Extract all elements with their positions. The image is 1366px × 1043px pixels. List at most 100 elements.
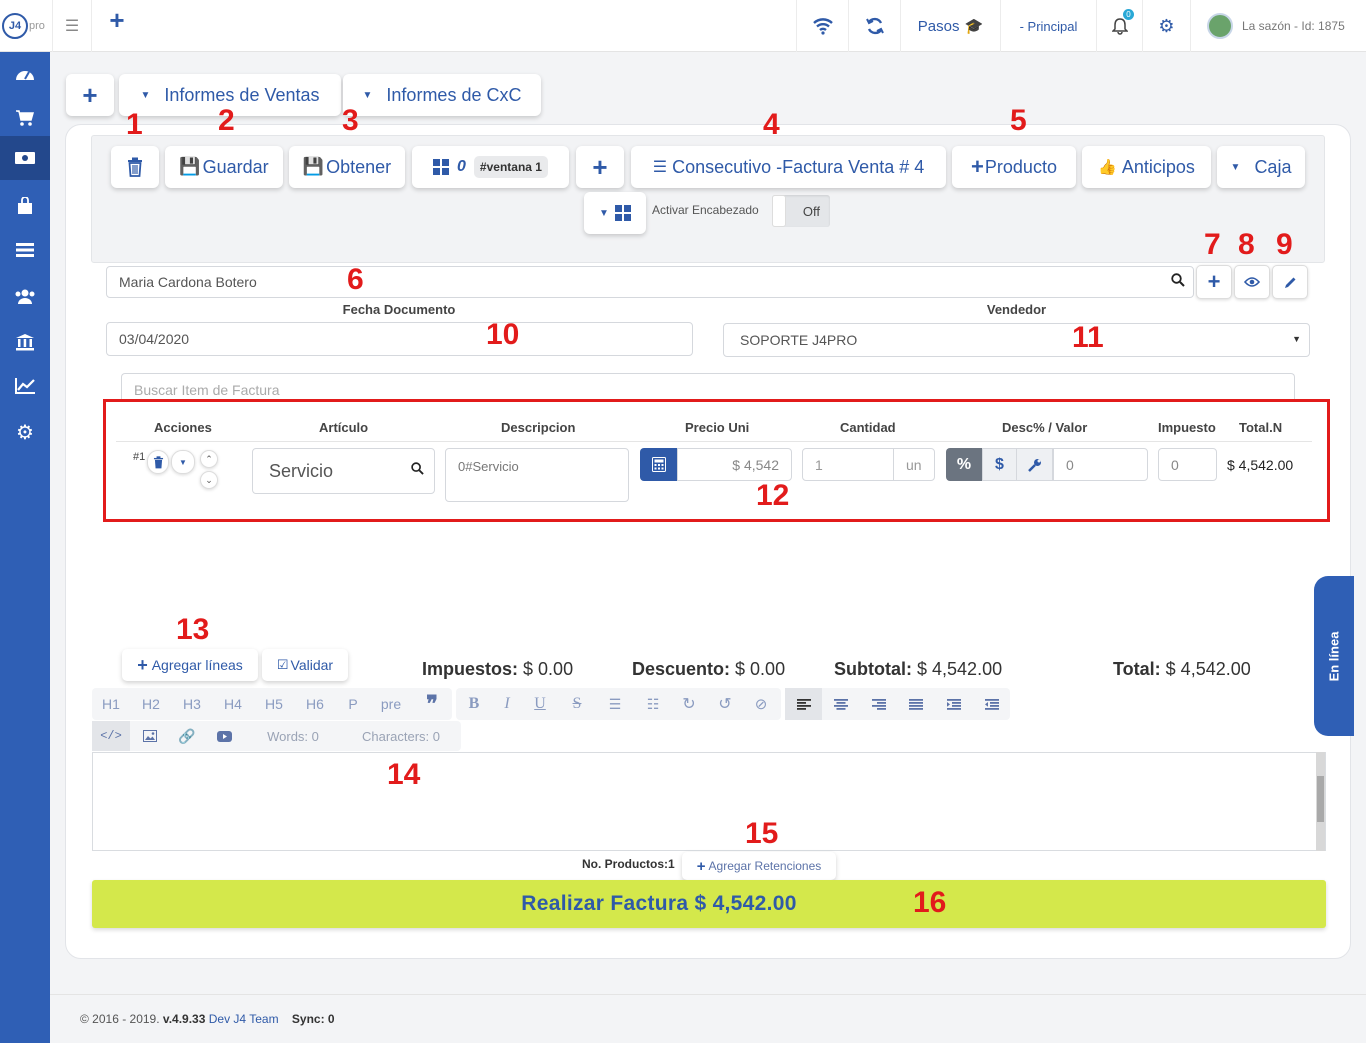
row-delete-button[interactable] xyxy=(147,450,169,474)
search-icon[interactable] xyxy=(1171,273,1185,290)
pasos-button[interactable]: Pasos 🎓 xyxy=(900,0,1000,52)
settings-gears-icon[interactable]: ⚙ xyxy=(1142,0,1190,52)
settings-icon[interactable]: ⚙ xyxy=(0,410,50,454)
align-justify-icon[interactable] xyxy=(904,688,928,720)
add-icon[interactable]: + xyxy=(104,5,130,35)
shopping-bag-icon[interactable] xyxy=(0,184,50,228)
app-logo[interactable]: J4 pro xyxy=(2,12,48,40)
add-cliente-button[interactable]: + xyxy=(1196,265,1232,299)
bold-icon[interactable]: B xyxy=(462,688,486,720)
clear-format-icon[interactable]: ⊘ xyxy=(749,688,773,720)
numbered-list-icon[interactable]: ☷ xyxy=(641,688,665,720)
validar-button[interactable]: ☑ Validar xyxy=(262,649,348,681)
redo-icon[interactable]: ↻ xyxy=(677,688,701,720)
move-up-icon[interactable]: ⌃ xyxy=(200,450,218,468)
quote-icon[interactable]: ❞ xyxy=(418,688,446,720)
principal-link[interactable]: - Principal xyxy=(1000,0,1096,52)
fecha-field[interactable]: 03/04/2020 xyxy=(106,322,693,356)
user-menu[interactable]: La sazón - Id: 1875 xyxy=(1190,0,1366,52)
agregar-lineas-button[interactable]: + Agregar líneas xyxy=(122,649,258,681)
users-icon[interactable] xyxy=(0,274,50,318)
caja-button[interactable]: ▼ Caja xyxy=(1217,146,1305,188)
p-button[interactable]: P xyxy=(338,688,368,720)
vendedor-select[interactable]: SOPORTE J4PRO ▼ xyxy=(723,323,1310,357)
pasos-label: Pasos xyxy=(917,17,960,35)
realizar-factura-button[interactable]: Realizar Factura $ 4,542.00 xyxy=(92,880,1326,928)
indent-icon[interactable] xyxy=(942,688,966,720)
undo-icon[interactable]: ↺ xyxy=(713,688,737,720)
percent-button[interactable]: % xyxy=(946,448,982,481)
ventana-button[interactable]: 0 #ventana 1 xyxy=(412,146,569,188)
outdent-icon[interactable] xyxy=(980,688,1004,720)
hamburger-icon[interactable]: ☰ xyxy=(52,0,92,52)
buscar-item-input[interactable]: Buscar Item de Factura xyxy=(121,373,1295,399)
descripcion-textarea[interactable]: 0#Servicio xyxy=(445,448,629,502)
h6-button[interactable]: H6 xyxy=(300,688,330,720)
cliente-field[interactable]: Maria Cardona Botero xyxy=(106,266,1194,298)
impuesto-field[interactable]: 0 xyxy=(1158,448,1217,481)
col-acciones: Acciones xyxy=(154,420,212,435)
refresh-icon[interactable] xyxy=(848,0,900,52)
h2-button[interactable]: H2 xyxy=(136,688,166,720)
underline-icon[interactable]: U xyxy=(528,688,552,720)
bell-icon[interactable]: 0 xyxy=(1096,0,1142,52)
code-view-icon[interactable]: </> xyxy=(92,721,130,751)
h4-button[interactable]: H4 xyxy=(218,688,248,720)
en-linea-tab[interactable]: En línea xyxy=(1314,576,1354,736)
search-icon[interactable] xyxy=(411,459,424,480)
pre-button[interactable]: pre xyxy=(376,688,406,720)
view-cliente-button[interactable] xyxy=(1234,265,1270,299)
dashboard-icon[interactable] xyxy=(0,52,50,96)
video-icon[interactable] xyxy=(212,721,236,751)
row-menu-button[interactable]: ▼ xyxy=(171,450,195,474)
move-down-icon[interactable]: ⌄ xyxy=(200,471,218,489)
list-icon[interactable] xyxy=(0,228,50,272)
h1-button[interactable]: H1 xyxy=(96,688,126,720)
descuento-field[interactable]: 0 xyxy=(1053,448,1148,481)
scrollbar-thumb[interactable] xyxy=(1317,776,1324,822)
obtener-label: Obtener xyxy=(326,156,392,177)
link-icon[interactable]: 🔗 xyxy=(175,721,199,751)
delete-button[interactable] xyxy=(111,146,159,188)
col-impuesto: Impuesto xyxy=(1158,420,1216,435)
producto-button[interactable]: + Producto xyxy=(952,146,1076,188)
edit-cliente-button[interactable] xyxy=(1272,265,1308,299)
align-right-icon[interactable] xyxy=(867,688,891,720)
chart-line-icon[interactable] xyxy=(0,364,50,408)
editor-scrollbar[interactable] xyxy=(1316,752,1325,851)
agregar-retenciones-button[interactable]: + Agregar Retenciones xyxy=(682,852,836,880)
toggle-knob xyxy=(772,195,786,227)
align-center-icon[interactable] xyxy=(829,688,853,720)
bank-icon[interactable] xyxy=(0,320,50,364)
team-link[interactable]: Dev J4 Team xyxy=(209,1012,279,1026)
list-icon: ☰ xyxy=(652,159,668,176)
obtener-button[interactable]: 💾 Obtener xyxy=(289,146,405,188)
editor-content-area[interactable] xyxy=(92,752,1326,851)
image-icon[interactable] xyxy=(138,721,162,751)
cart-icon[interactable] xyxy=(0,96,50,140)
align-left-icon[interactable] xyxy=(785,688,822,720)
guardar-button[interactable]: 💾 Guardar xyxy=(165,146,283,188)
h5-button[interactable]: H5 xyxy=(259,688,289,720)
wifi-icon[interactable] xyxy=(796,0,848,52)
strikethrough-icon[interactable]: S xyxy=(565,688,589,720)
calculator-button[interactable] xyxy=(640,448,678,481)
bullet-list-icon[interactable]: ☰ xyxy=(603,688,627,720)
h3-button[interactable]: H3 xyxy=(177,688,207,720)
encabezado-toggle[interactable]: Off xyxy=(772,195,830,227)
anticipos-button[interactable]: 👍 Anticipos xyxy=(1082,146,1211,188)
dollar-button[interactable]: $ xyxy=(982,448,1017,481)
vendedor-value: SOPORTE J4PRO xyxy=(740,332,858,348)
italic-icon[interactable]: I xyxy=(495,688,519,720)
precio-field[interactable]: $ 4,542 xyxy=(677,448,792,481)
add-tab-button[interactable]: + xyxy=(66,74,114,116)
articulo-field[interactable]: Servicio xyxy=(252,448,435,494)
add-ventana-button[interactable]: + xyxy=(576,146,624,188)
layout-dropdown-button[interactable]: ▼ xyxy=(584,192,646,234)
consecutivo-button[interactable]: ☰ Consecutivo -Factura Venta # 4 xyxy=(631,146,946,188)
money-icon[interactable] xyxy=(0,136,50,180)
cantidad-field[interactable]: 1 xyxy=(802,448,894,481)
wrench-button[interactable] xyxy=(1016,448,1053,481)
user-label: La sazón - Id: 1875 xyxy=(1242,19,1345,33)
informes-cxc-tab[interactable]: ▼ Informes de CxC xyxy=(343,74,541,116)
